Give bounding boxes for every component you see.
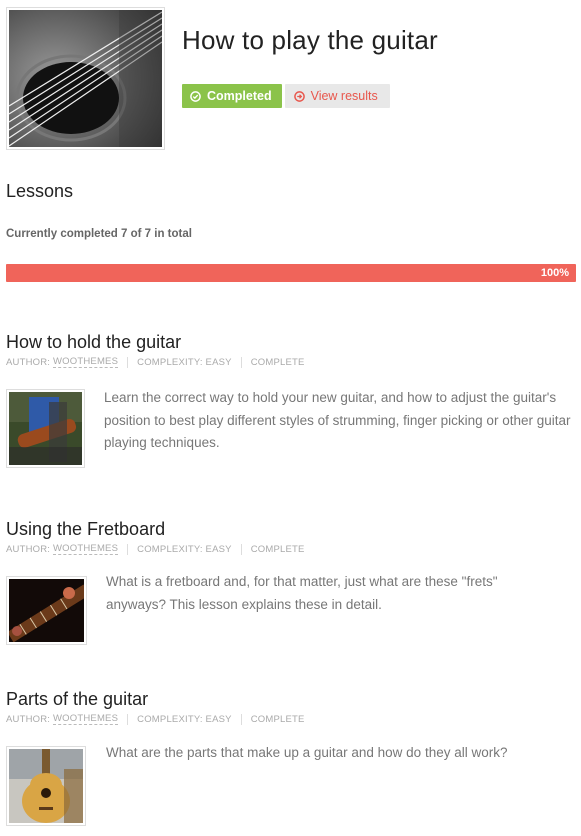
lesson-meta: AUTHOR: WOOTHEMES COMPLEXITY: EASY COMPL… <box>6 543 576 555</box>
complexity-label: COMPLEXITY: EASY <box>137 356 232 368</box>
lesson-title[interactable]: Parts of the guitar <box>6 688 576 710</box>
lesson-thumbnail[interactable] <box>6 576 87 645</box>
view-results-label: View results <box>310 89 378 103</box>
complexity-label: COMPLEXITY: EASY <box>137 713 232 725</box>
lesson-meta: AUTHOR: WOOTHEMES COMPLEXITY: EASY COMPL… <box>6 356 576 368</box>
author-label: AUTHOR: <box>6 356 51 368</box>
author-link[interactable]: WOOTHEMES <box>53 543 119 555</box>
progress-bar: 100% <box>6 264 576 282</box>
progress-bar-fill: 100% <box>6 264 576 282</box>
complexity-label: COMPLEXITY: EASY <box>137 543 232 555</box>
completed-badge-label: Completed <box>207 89 272 103</box>
fretboard-photo <box>9 579 84 642</box>
author-link[interactable]: WOOTHEMES <box>53 713 119 725</box>
check-circle-icon <box>190 90 201 102</box>
lesson-item: How to hold the guitar AUTHOR: WOOTHEMES… <box>6 331 576 468</box>
progress-label: 100% <box>540 267 569 279</box>
meta-divider <box>127 543 129 555</box>
meta-divider <box>127 356 129 368</box>
lesson-excerpt: Learn the correct way to hold your new g… <box>104 390 571 450</box>
lessons-heading: Lessons <box>6 181 74 201</box>
progress-summary: Currently completed 7 of 7 in total <box>6 228 192 240</box>
lesson-title[interactable]: How to hold the guitar <box>6 331 576 353</box>
acoustic-guitar-photo <box>9 749 83 823</box>
arrow-circle-icon <box>293 90 305 102</box>
guitar-photo <box>9 10 162 147</box>
course-image[interactable] <box>6 7 165 150</box>
meta-divider <box>240 713 242 725</box>
guitarist-photo <box>9 392 82 465</box>
view-results-button[interactable]: View results <box>284 84 390 108</box>
lesson-thumbnail[interactable] <box>6 746 86 826</box>
course-status-row: Completed View results <box>182 84 390 108</box>
lesson-excerpt: What are the parts that make up a guitar… <box>106 745 508 760</box>
lesson-status: COMPLETE <box>250 543 305 555</box>
lesson-excerpt: What is a fretboard and, for that matter… <box>106 574 498 612</box>
lesson-status: COMPLETE <box>250 713 305 725</box>
author-label: AUTHOR: <box>6 543 51 555</box>
meta-divider <box>127 713 129 725</box>
lesson-status: COMPLETE <box>250 356 305 368</box>
lesson-item: Using the Fretboard AUTHOR: WOOTHEMES CO… <box>6 518 576 645</box>
course-header: How to play the guitar Completed View re… <box>6 7 576 150</box>
author-link[interactable]: WOOTHEMES <box>53 356 119 368</box>
completed-badge: Completed <box>182 84 282 108</box>
course-title: How to play the guitar <box>182 25 438 55</box>
lesson-meta: AUTHOR: WOOTHEMES COMPLEXITY: EASY COMPL… <box>6 713 576 725</box>
meta-divider <box>240 356 242 368</box>
lesson-item: Parts of the guitar AUTHOR: WOOTHEMES CO… <box>6 688 576 826</box>
meta-divider <box>240 543 242 555</box>
author-label: AUTHOR: <box>6 713 51 725</box>
lesson-thumbnail[interactable] <box>6 389 85 468</box>
lesson-title[interactable]: Using the Fretboard <box>6 518 576 540</box>
